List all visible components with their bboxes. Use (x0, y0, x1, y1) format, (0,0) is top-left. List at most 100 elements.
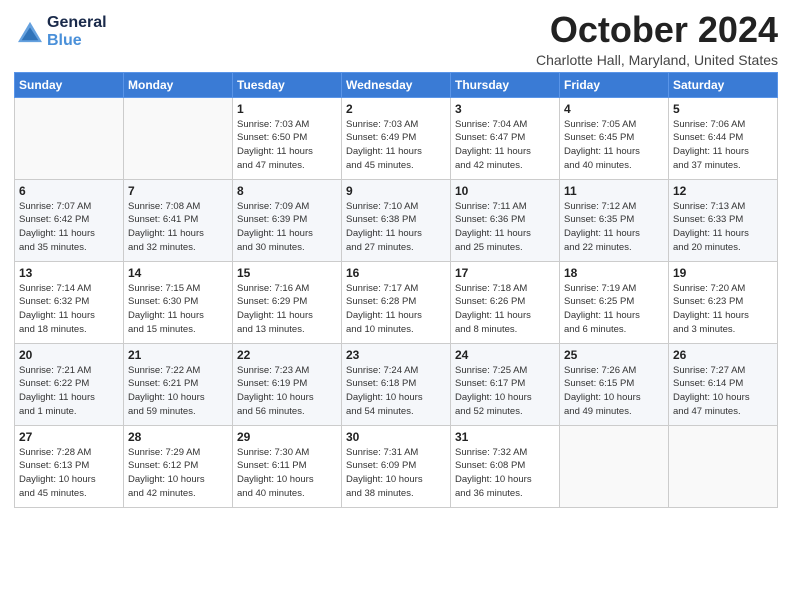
title-block: October 2024 Charlotte Hall, Maryland, U… (536, 10, 778, 68)
day-detail: Sunrise: 7:23 AM Sunset: 6:19 PM Dayligh… (237, 364, 337, 419)
day-detail: Sunrise: 7:19 AM Sunset: 6:25 PM Dayligh… (564, 282, 664, 337)
day-number: 4 (564, 102, 664, 116)
day-number: 11 (564, 184, 664, 198)
calendar-week-3: 13Sunrise: 7:14 AM Sunset: 6:32 PM Dayli… (15, 261, 778, 343)
logo-blue-text: Blue (47, 32, 107, 50)
day-number: 21 (128, 348, 228, 362)
col-header-wednesday: Wednesday (342, 72, 451, 97)
day-detail: Sunrise: 7:32 AM Sunset: 6:08 PM Dayligh… (455, 446, 555, 501)
day-number: 8 (237, 184, 337, 198)
calendar-cell (669, 425, 778, 507)
calendar-cell (15, 97, 124, 179)
calendar-cell: 30Sunrise: 7:31 AM Sunset: 6:09 PM Dayli… (342, 425, 451, 507)
logo-text: General (47, 14, 107, 32)
day-detail: Sunrise: 7:10 AM Sunset: 6:38 PM Dayligh… (346, 200, 446, 255)
month-title: October 2024 (536, 10, 778, 50)
calendar-cell: 12Sunrise: 7:13 AM Sunset: 6:33 PM Dayli… (669, 179, 778, 261)
day-detail: Sunrise: 7:14 AM Sunset: 6:32 PM Dayligh… (19, 282, 119, 337)
day-detail: Sunrise: 7:03 AM Sunset: 6:50 PM Dayligh… (237, 118, 337, 173)
day-detail: Sunrise: 7:12 AM Sunset: 6:35 PM Dayligh… (564, 200, 664, 255)
calendar-cell: 9 Sunrise: 7:10 AM Sunset: 6:38 PM Daylig… (342, 179, 451, 261)
calendar-cell: 21 Sunrise: 7:22 AM Sunset: 6:21 PM Dayli… (124, 343, 233, 425)
day-detail: Sunrise: 7:18 AM Sunset: 6:26 PM Dayligh… (455, 282, 555, 337)
calendar-cell: 22 Sunrise: 7:23 AM Sunset: 6:19 PM Dayli… (233, 343, 342, 425)
col-header-sunday: Sunday (15, 72, 124, 97)
calendar-header-row: SundayMondayTuesdayWednesdayThursdayFrid… (15, 72, 778, 97)
day-number: 24 (455, 348, 555, 362)
day-detail: Sunrise: 7:03 AM Sunset: 6:49 PM Dayligh… (346, 118, 446, 173)
calendar-cell: 19 Sunrise: 7:20 AM Sunset: 6:23 PM Dayli… (669, 261, 778, 343)
col-header-thursday: Thursday (451, 72, 560, 97)
day-detail: Sunrise: 7:22 AM Sunset: 6:21 PM Dayligh… (128, 364, 228, 419)
day-detail: Sunrise: 7:25 AM Sunset: 6:17 PM Dayligh… (455, 364, 555, 419)
day-detail: Sunrise: 7:08 AM Sunset: 6:41 PM Dayligh… (128, 200, 228, 255)
calendar-cell: 2 Sunrise: 7:03 AM Sunset: 6:49 PM Daylig… (342, 97, 451, 179)
day-number: 5 (673, 102, 773, 116)
calendar: SundayMondayTuesdayWednesdayThursdayFrid… (14, 72, 778, 508)
calendar-cell: 10Sunrise: 7:11 AM Sunset: 6:36 PM Dayli… (451, 179, 560, 261)
calendar-cell: 18Sunrise: 7:19 AM Sunset: 6:25 PM Dayli… (560, 261, 669, 343)
day-number: 26 (673, 348, 773, 362)
calendar-cell: 25 Sunrise: 7:26 AM Sunset: 6:15 PM Dayli… (560, 343, 669, 425)
day-detail: Sunrise: 7:21 AM Sunset: 6:22 PM Dayligh… (19, 364, 119, 419)
calendar-cell: 4 Sunrise: 7:05 AM Sunset: 6:45 PM Daylig… (560, 97, 669, 179)
day-detail: Sunrise: 7:17 AM Sunset: 6:28 PM Dayligh… (346, 282, 446, 337)
day-number: 22 (237, 348, 337, 362)
calendar-cell: 13Sunrise: 7:14 AM Sunset: 6:32 PM Dayli… (15, 261, 124, 343)
calendar-cell: 15Sunrise: 7:16 AM Sunset: 6:29 PM Dayli… (233, 261, 342, 343)
calendar-cell: 1 Sunrise: 7:03 AM Sunset: 6:50 PM Daylig… (233, 97, 342, 179)
day-number: 15 (237, 266, 337, 280)
day-number: 2 (346, 102, 446, 116)
calendar-cell: 6 Sunrise: 7:07 AM Sunset: 6:42 PM Daylig… (15, 179, 124, 261)
day-detail: Sunrise: 7:28 AM Sunset: 6:13 PM Dayligh… (19, 446, 119, 501)
calendar-week-2: 6 Sunrise: 7:07 AM Sunset: 6:42 PM Daylig… (15, 179, 778, 261)
day-number: 25 (564, 348, 664, 362)
day-detail: Sunrise: 7:09 AM Sunset: 6:39 PM Dayligh… (237, 200, 337, 255)
day-number: 9 (346, 184, 446, 198)
col-header-tuesday: Tuesday (233, 72, 342, 97)
header: General Blue October 2024 Charlotte Hall… (14, 10, 778, 68)
calendar-cell: 5 Sunrise: 7:06 AM Sunset: 6:44 PM Daylig… (669, 97, 778, 179)
day-number: 6 (19, 184, 119, 198)
day-number: 1 (237, 102, 337, 116)
day-number: 19 (673, 266, 773, 280)
calendar-cell: 24 Sunrise: 7:25 AM Sunset: 6:17 PM Dayli… (451, 343, 560, 425)
day-number: 20 (19, 348, 119, 362)
day-detail: Sunrise: 7:07 AM Sunset: 6:42 PM Dayligh… (19, 200, 119, 255)
day-detail: Sunrise: 7:29 AM Sunset: 6:12 PM Dayligh… (128, 446, 228, 501)
day-number: 10 (455, 184, 555, 198)
calendar-cell (124, 97, 233, 179)
col-header-saturday: Saturday (669, 72, 778, 97)
calendar-cell: 3 Sunrise: 7:04 AM Sunset: 6:47 PM Daylig… (451, 97, 560, 179)
calendar-cell: 11 Sunrise: 7:12 AM Sunset: 6:35 PM Dayli… (560, 179, 669, 261)
day-detail: Sunrise: 7:30 AM Sunset: 6:11 PM Dayligh… (237, 446, 337, 501)
day-number: 16 (346, 266, 446, 280)
calendar-cell: 28 Sunrise: 7:29 AM Sunset: 6:12 PM Dayli… (124, 425, 233, 507)
day-number: 17 (455, 266, 555, 280)
col-header-monday: Monday (124, 72, 233, 97)
day-detail: Sunrise: 7:05 AM Sunset: 6:45 PM Dayligh… (564, 118, 664, 173)
day-detail: Sunrise: 7:06 AM Sunset: 6:44 PM Dayligh… (673, 118, 773, 173)
day-number: 29 (237, 430, 337, 444)
location: Charlotte Hall, Maryland, United States (536, 52, 778, 68)
day-number: 14 (128, 266, 228, 280)
day-number: 28 (128, 430, 228, 444)
day-detail: Sunrise: 7:26 AM Sunset: 6:15 PM Dayligh… (564, 364, 664, 419)
calendar-cell: 14Sunrise: 7:15 AM Sunset: 6:30 PM Dayli… (124, 261, 233, 343)
calendar-week-1: 1 Sunrise: 7:03 AM Sunset: 6:50 PM Daylig… (15, 97, 778, 179)
day-number: 23 (346, 348, 446, 362)
day-detail: Sunrise: 7:20 AM Sunset: 6:23 PM Dayligh… (673, 282, 773, 337)
calendar-cell: 31Sunrise: 7:32 AM Sunset: 6:08 PM Dayli… (451, 425, 560, 507)
calendar-cell: 20 Sunrise: 7:21 AM Sunset: 6:22 PM Dayli… (15, 343, 124, 425)
calendar-week-4: 20 Sunrise: 7:21 AM Sunset: 6:22 PM Dayli… (15, 343, 778, 425)
page-container: General Blue October 2024 Charlotte Hall… (0, 0, 792, 516)
calendar-week-5: 27 Sunrise: 7:28 AM Sunset: 6:13 PM Dayli… (15, 425, 778, 507)
calendar-cell: 26 Sunrise: 7:27 AM Sunset: 6:14 PM Dayli… (669, 343, 778, 425)
day-number: 30 (346, 430, 446, 444)
calendar-cell: 27 Sunrise: 7:28 AM Sunset: 6:13 PM Dayli… (15, 425, 124, 507)
day-detail: Sunrise: 7:04 AM Sunset: 6:47 PM Dayligh… (455, 118, 555, 173)
day-number: 3 (455, 102, 555, 116)
logo-icon (16, 20, 44, 44)
day-detail: Sunrise: 7:27 AM Sunset: 6:14 PM Dayligh… (673, 364, 773, 419)
day-number: 27 (19, 430, 119, 444)
